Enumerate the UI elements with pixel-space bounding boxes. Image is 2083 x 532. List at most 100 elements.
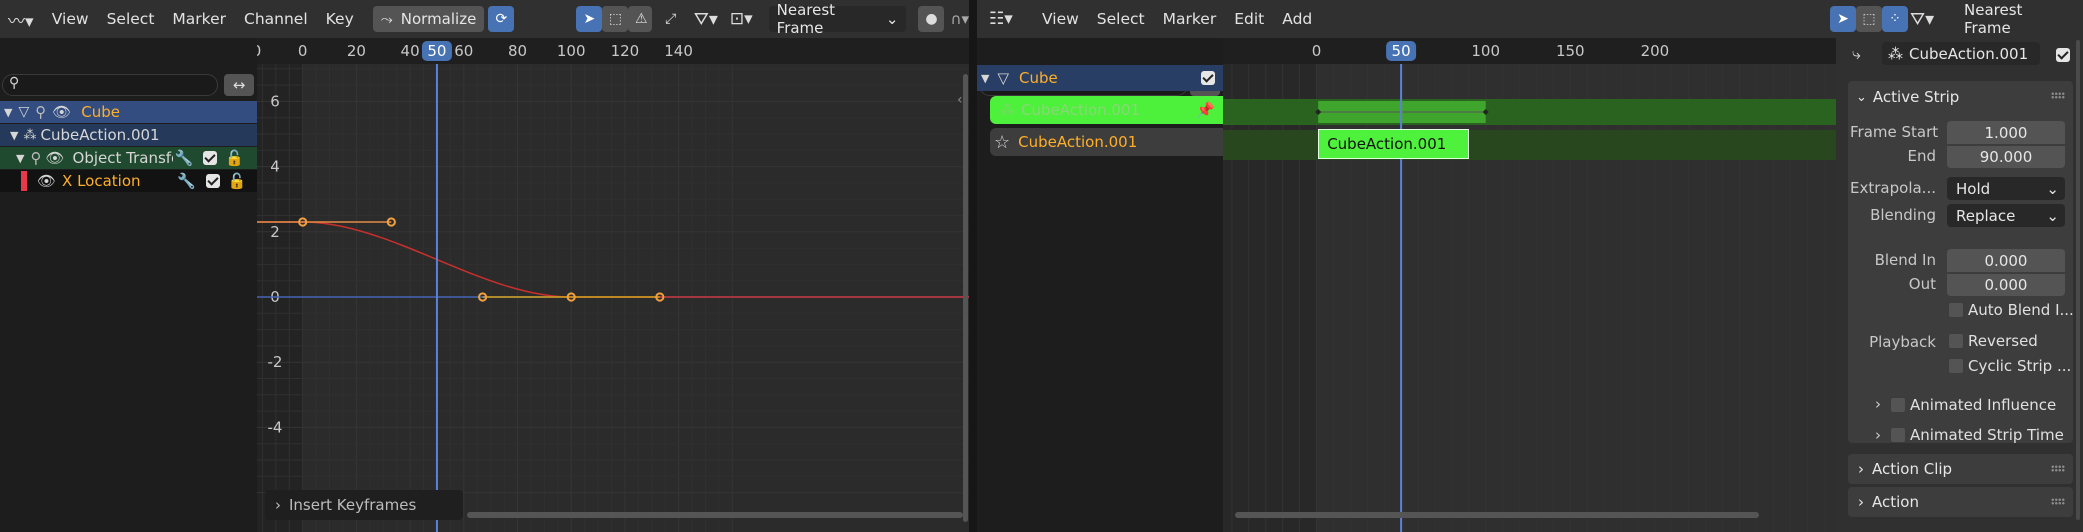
blending-dropdown[interactable]: Replace ⌄ xyxy=(1947,204,2065,227)
expand-icon[interactable]: ▼ xyxy=(981,72,989,85)
menu-channel[interactable]: Channel xyxy=(235,10,317,28)
channel-fcurve[interactable]: 👁 X Location 🔧 🔓 xyxy=(0,170,257,192)
action-header[interactable]: › Action xyxy=(1848,487,2073,517)
chevron-right-icon[interactable]: › xyxy=(1875,395,1881,413)
warning-icon[interactable]: ⚠ xyxy=(628,6,652,32)
graph-canvas[interactable]: -200204060801001201406420-2-450‹ xyxy=(257,38,969,532)
proportional-edit-icon[interactable]: ● xyxy=(918,6,945,32)
frame-tick-label: 150 xyxy=(1556,42,1585,60)
animated-influence-checkbox[interactable] xyxy=(1890,397,1906,413)
drag-grip-icon[interactable] xyxy=(2051,465,2065,472)
menu-select[interactable]: Select xyxy=(1088,10,1154,28)
swap-arrows-icon[interactable]: ↔ xyxy=(224,74,254,96)
snap-mode-dropdown[interactable]: Nearest Frame ⌄ xyxy=(768,1,907,37)
expand-icon[interactable]: ▼ xyxy=(4,106,12,119)
blend-out-field[interactable]: 0.000 xyxy=(1947,273,2065,296)
normalize-icon: ⤳ xyxy=(380,10,393,28)
pin-icon[interactable]: ⚲ xyxy=(30,149,41,167)
menu-add[interactable]: Add xyxy=(1273,10,1321,28)
lock-icon[interactable]: 🔓 xyxy=(225,149,244,167)
modifier-wrench-icon[interactable]: 🔧 xyxy=(177,172,196,190)
falloff-icon[interactable]: ∩▾ xyxy=(950,10,969,28)
menu-view[interactable]: View xyxy=(43,10,98,28)
editor-type-icon[interactable]: 〰▾ xyxy=(8,7,43,32)
blend-in-field[interactable]: 0.000 xyxy=(1947,249,2065,272)
action-datablock-field[interactable]: ⁂ CubeAction.001 xyxy=(1882,42,2040,65)
chevron-right-icon: › xyxy=(275,496,281,514)
filter-icon[interactable]: ⛛▾ xyxy=(1910,9,1934,30)
expand-icon[interactable]: ▼ xyxy=(10,129,18,142)
value-tick-label: 6 xyxy=(270,92,280,110)
sidebar-scrollbar[interactable] xyxy=(2076,40,2080,520)
horizontal-scrollbar xyxy=(1235,512,1759,518)
nla-action-line-row[interactable]: ⁂ CubeAction.001 📌 xyxy=(990,96,1223,124)
nla-track-row[interactable]: ☆ CubeAction.001 xyxy=(990,128,1223,156)
frame-tick-label: 20 xyxy=(347,42,366,60)
cyclic-checkbox[interactable] xyxy=(1948,358,1964,374)
action-icon: ⁂ xyxy=(1000,101,1015,119)
active-strip-header[interactable]: ⌄ Active Strip xyxy=(1848,81,2073,113)
normalize-toggle[interactable]: ⤳ Normalize xyxy=(372,6,485,32)
object-enable-checkbox[interactable] xyxy=(1201,71,1215,85)
frame-end-field[interactable]: 90.000 xyxy=(1947,145,2065,168)
graph-region[interactable]: -200204060801001201406420-2-450‹ › Inser… xyxy=(257,38,969,532)
lock-icon[interactable]: 🔓 xyxy=(228,172,247,190)
nla-strip-region[interactable]: 05010015020050 CubeAction.001 xyxy=(1223,38,1836,532)
menu-key[interactable]: Key xyxy=(317,10,363,28)
menu-edit[interactable]: Edit xyxy=(1225,10,1273,28)
nla-object-row[interactable]: ▼ ▽ Cube xyxy=(977,65,1223,91)
eye-icon[interactable]: 👁 xyxy=(45,149,64,167)
channel-group[interactable]: ▼ ⚲ 👁 Object Transform 🔧 🔓 xyxy=(0,147,257,169)
extrapolation-dropdown[interactable]: Hold ⌄ xyxy=(1947,177,2065,200)
snap-icon[interactable]: ⊡▾ xyxy=(730,9,753,29)
frame-start-field[interactable]: 1.000 xyxy=(1947,121,2065,144)
nla-strip[interactable]: CubeAction.001 xyxy=(1318,129,1469,159)
channel-object-cube[interactable]: ▼ ▽ ⚲ 👁 Cube xyxy=(0,101,257,123)
blending-label: Blending xyxy=(1870,206,1936,224)
modifier-wrench-icon[interactable]: 🔧 xyxy=(175,149,194,167)
mute-checkbox[interactable] xyxy=(205,174,220,188)
channel-search-input[interactable]: ⚲ xyxy=(2,74,218,96)
reversed-checkbox[interactable] xyxy=(1948,333,1964,349)
snap-mode-dropdown[interactable]: Nearest Frame xyxy=(1956,1,2076,37)
solo-star-icon[interactable]: ☆ xyxy=(994,132,1010,153)
frame-start-label: Frame Start xyxy=(1850,123,1939,141)
nla-strip-icon: ⤷ xyxy=(1852,44,1861,63)
insert-keyframes-panel[interactable]: › Insert Keyframes xyxy=(265,490,463,520)
auto-blend-checkbox[interactable] xyxy=(1948,302,1964,318)
cursor-tool-icon[interactable]: ⤢ xyxy=(657,6,684,32)
eye-icon[interactable]: 👁 xyxy=(52,103,71,121)
frame-tick-label: 100 xyxy=(557,42,586,60)
box-select-icon[interactable]: ⬚ xyxy=(1856,6,1882,32)
mute-checkbox[interactable] xyxy=(203,151,218,165)
select-tool-icon[interactable]: ➤ xyxy=(1830,6,1856,32)
menu-marker[interactable]: Marker xyxy=(163,10,235,28)
tweak-tool-icon[interactable]: ⁘ xyxy=(1882,6,1908,32)
menu-marker[interactable]: Marker xyxy=(1154,10,1226,28)
menu-view[interactable]: View xyxy=(1033,10,1088,28)
action-clip-header[interactable]: › Action Clip xyxy=(1848,454,2073,484)
fcurve-color-swatch xyxy=(21,171,27,191)
pin-icon[interactable]: ⚲ xyxy=(35,103,46,121)
chevron-down-icon: ⌄ xyxy=(2046,206,2059,225)
auto-normalize-icon[interactable]: ⟳ xyxy=(488,6,515,32)
box-select-icon[interactable]: ⬚ xyxy=(602,6,629,32)
pin-icon[interactable]: 📌 xyxy=(1196,101,1215,119)
nla-editor-header: ☷▾ View Select Marker Edit Add ➤ ⬚ ⁘ ⛛▾ … xyxy=(977,0,2083,38)
eye-icon[interactable]: 👁 xyxy=(37,172,56,190)
channel-action[interactable]: ▼ ⁂ CubeAction.001 xyxy=(0,124,257,146)
editor-type-icon[interactable]: ☷▾ xyxy=(989,9,1025,29)
drag-grip-icon[interactable] xyxy=(2051,92,2065,99)
datablock-checkbox[interactable] xyxy=(2056,48,2070,62)
nla-canvas[interactable]: 05010015020050 xyxy=(1223,38,1836,532)
drag-grip-icon[interactable] xyxy=(2051,498,2065,505)
select-tool-icon[interactable]: ➤ xyxy=(576,6,603,32)
animated-strip-time-checkbox[interactable] xyxy=(1890,427,1906,443)
current-frame-label: 50 xyxy=(1392,42,1411,60)
menu-select[interactable]: Select xyxy=(98,10,164,28)
chevron-right-icon[interactable]: › xyxy=(1875,426,1881,444)
filter-icon[interactable]: ⛛▾ xyxy=(694,9,718,30)
expand-icon[interactable]: ▼ xyxy=(16,152,24,165)
chevron-right-icon: › xyxy=(1858,460,1864,478)
frame-tick-label: 200 xyxy=(1641,42,1670,60)
